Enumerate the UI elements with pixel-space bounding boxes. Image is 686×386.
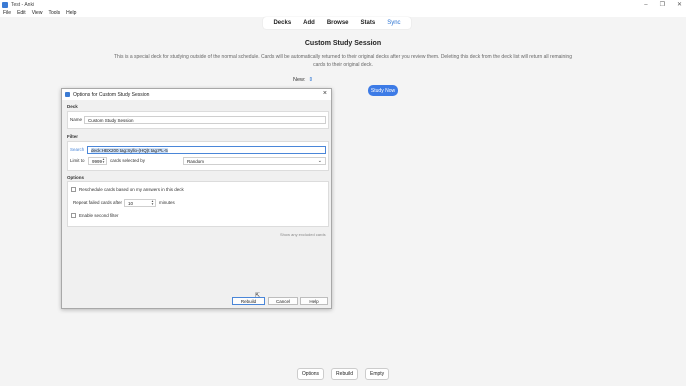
title-bar: Test - Anki xyxy=(0,0,686,9)
mouse-cursor-icon: ⇱ xyxy=(255,293,261,299)
menu-edit[interactable]: Edit xyxy=(17,10,26,16)
repeat-value: 10 xyxy=(128,200,134,206)
limit-label: Limit to xyxy=(70,158,85,163)
anki-icon xyxy=(2,1,8,8)
deck-name-value: Custom Study Session xyxy=(88,117,134,123)
overview-title: Custom Study Session xyxy=(304,40,382,47)
reschedule-checkbox[interactable] xyxy=(71,187,76,192)
rebuild-button[interactable]: Rebuild xyxy=(232,297,265,305)
minimize-icon[interactable]: – xyxy=(644,2,647,8)
order-value: Random xyxy=(187,158,205,164)
repeat-label: Repeat failed cards after xyxy=(73,200,123,205)
menu-bar: File Edit View Tools Help xyxy=(0,9,686,17)
anki-icon xyxy=(65,92,70,97)
bottom-bar: Options Rebuild Empty xyxy=(0,368,686,380)
minutes-label: minutes xyxy=(159,200,175,205)
spin-arrows-icon: ⇕ xyxy=(308,77,314,83)
selected-by-label: cards selected by xyxy=(110,158,146,163)
options-group-label: Options xyxy=(67,175,84,180)
decks-button[interactable]: Decks xyxy=(269,20,295,26)
deck-name-field[interactable]: Custom Study Session xyxy=(84,116,326,124)
spin-arrows-icon[interactable]: ▲ ▼ xyxy=(102,158,105,164)
main-toolbar: Decks Add Browse Stats Sync xyxy=(0,17,686,31)
filter-group-label: Filter xyxy=(67,134,79,139)
limit-spinbox[interactable]: 9999 ▲ ▼ xyxy=(88,157,107,165)
add-button[interactable]: Add xyxy=(299,20,319,26)
sync-button[interactable]: Sync xyxy=(383,20,404,26)
show-excluded-link[interactable]: Show any excluded cards xyxy=(280,232,326,237)
new-label: New: xyxy=(293,77,306,83)
close-window-icon[interactable]: ✕ xyxy=(677,1,682,8)
spin-arrows-icon[interactable]: ▲ ▼ xyxy=(151,200,154,206)
cancel-button[interactable]: Cancel xyxy=(268,297,298,305)
options-button[interactable]: Options xyxy=(296,368,325,380)
second-filter-label: Enable second filter xyxy=(79,213,119,218)
search-field[interactable]: deck:HBX200 tag:Syllo-(HQ)t tag:PL-5 xyxy=(87,146,326,154)
deck-group-label: Deck xyxy=(67,104,78,109)
deck-group: Name Custom Study Session xyxy=(67,111,329,129)
empty-button[interactable]: Empty xyxy=(365,368,390,380)
window-controls: – ❐ ✕ xyxy=(644,0,682,9)
options-group: Reschedule cards based on my answers in … xyxy=(67,181,329,227)
filter-group: Search deck:HBX200 tag:Syllo-(HQ)t tag:P… xyxy=(67,141,329,171)
browse-button[interactable]: Browse xyxy=(323,20,353,26)
new-count-row: New: ⇕ xyxy=(293,77,313,83)
menu-tools[interactable]: Tools xyxy=(48,10,60,16)
help-button[interactable]: Help xyxy=(300,297,328,305)
stats-button[interactable]: Stats xyxy=(357,20,380,26)
menu-help[interactable]: Help xyxy=(66,10,76,16)
reschedule-label: Reschedule cards based on my answers in … xyxy=(79,187,184,192)
window-title: Test - Anki xyxy=(11,1,35,8)
search-label: Search xyxy=(70,147,85,152)
toolbar-pill: Decks Add Browse Stats Sync xyxy=(263,17,411,29)
name-label: Name xyxy=(70,117,83,122)
second-filter-checkbox[interactable] xyxy=(71,213,76,218)
dialog-close-icon[interactable]: × xyxy=(323,90,327,97)
menu-file[interactable]: File xyxy=(3,10,11,16)
overview-description: This is a special deck for studying outs… xyxy=(114,54,572,68)
menu-view[interactable]: View xyxy=(32,10,43,16)
repeat-spinbox[interactable]: 10 ▲ ▼ xyxy=(124,199,156,207)
rebuild-deck-button[interactable]: Rebuild xyxy=(331,368,359,380)
limit-value: 9999 xyxy=(92,158,103,164)
filtered-deck-options-dialog: Options for Custom Study Session × Deck … xyxy=(61,88,332,309)
order-dropdown[interactable]: Random ⌄ xyxy=(183,157,326,165)
maximize-icon[interactable]: ❐ xyxy=(660,1,665,8)
dialog-title-bar: Options for Custom Study Session xyxy=(62,89,331,100)
chevron-down-icon: ⌄ xyxy=(317,158,322,164)
dialog-title: Options for Custom Study Session xyxy=(73,91,150,98)
search-value: deck:HBX200 tag:Syllo-(HQ)t tag:PL-5 xyxy=(91,147,168,153)
study-now-button[interactable]: Study Now xyxy=(368,85,398,96)
